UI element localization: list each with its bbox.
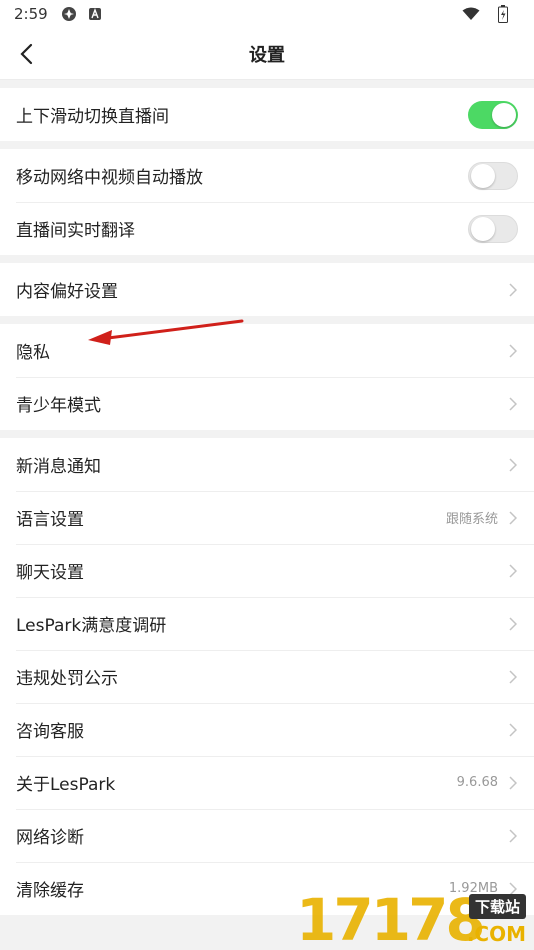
setting-network-diagnosis[interactable]: 网络诊断 [0, 809, 534, 862]
chevron-right-icon [508, 669, 518, 684]
setting-label: 隐私 [16, 343, 50, 363]
toggle-knob [492, 102, 516, 127]
setting-live-translation: 直播间实时翻译 [0, 202, 534, 255]
setting-label: 直播间实时翻译 [16, 221, 135, 241]
chevron-right-icon [508, 457, 518, 472]
settings-group-privacy: 隐私 青少年模式 [0, 324, 534, 430]
chevron-right-icon [508, 343, 518, 358]
settings-group-content: 内容偏好设置 [0, 263, 534, 316]
toggle-knob [471, 216, 495, 241]
setting-label: 青少年模式 [16, 396, 101, 416]
chevron-left-icon [20, 43, 33, 65]
watermark-logo: 17178 下载站 .COM [296, 886, 526, 950]
setting-language[interactable]: 语言设置 跟随系统 [0, 491, 534, 544]
back-button[interactable] [12, 40, 40, 68]
a-notification-icon [86, 5, 104, 23]
setting-label: 新消息通知 [16, 457, 101, 477]
navigation-bar: 设置 [0, 28, 534, 80]
setting-new-message-notification[interactable]: 新消息通知 [0, 438, 534, 491]
wifi-icon [462, 5, 480, 23]
setting-customer-service[interactable]: 咨询客服 [0, 703, 534, 756]
setting-label: 关于LesPark [16, 775, 116, 795]
settings-group-live: 上下滑动切换直播间 [0, 88, 534, 141]
watermark-badge: 下载站 [468, 894, 526, 919]
battery-icon [494, 5, 512, 23]
version-value: 9.6.68 [456, 775, 498, 790]
setting-label: 移动网络中视频自动播放 [16, 168, 203, 188]
setting-mobile-autoplay: 移动网络中视频自动播放 [0, 149, 534, 202]
status-bar: 2:59 [0, 0, 534, 28]
chevron-right-icon [508, 616, 518, 631]
language-value: 跟随系统 [445, 512, 498, 527]
setting-about[interactable]: 关于LesPark 9.6.68 [0, 756, 534, 809]
chevron-right-icon [508, 396, 518, 411]
live-translation-toggle[interactable] [468, 214, 518, 243]
watermark-suffix: .COM [466, 922, 526, 946]
mobile-autoplay-toggle[interactable] [468, 161, 518, 190]
chevron-right-icon [508, 510, 518, 525]
setting-label: 聊天设置 [16, 563, 84, 583]
settings-group-video: 移动网络中视频自动播放 直播间实时翻译 [0, 149, 534, 255]
setting-label: 语言设置 [16, 510, 84, 530]
settings-group-general: 新消息通知 语言设置 跟随系统 聊天设置 LesPark满意度调研 违规处罚公示… [0, 438, 534, 915]
status-time: 2:59 [14, 5, 48, 23]
setting-satisfaction-survey[interactable]: LesPark满意度调研 [0, 597, 534, 650]
chevron-right-icon [508, 563, 518, 578]
setting-label: 上下滑动切换直播间 [16, 107, 169, 127]
setting-teen-mode[interactable]: 青少年模式 [0, 377, 534, 430]
setting-label: 网络诊断 [16, 828, 84, 848]
setting-label: 内容偏好设置 [16, 282, 118, 302]
chevron-right-icon [508, 282, 518, 297]
page-title: 设置 [249, 44, 285, 66]
setting-label: 违规处罚公示 [16, 669, 118, 689]
watermark-digits: 17178 [296, 886, 486, 950]
chevron-right-icon [508, 828, 518, 843]
app-notification-icon [60, 5, 78, 23]
setting-swipe-switch-live: 上下滑动切换直播间 [0, 88, 534, 141]
swipe-switch-live-toggle[interactable] [468, 100, 518, 129]
chevron-right-icon [508, 775, 518, 790]
chevron-right-icon [508, 722, 518, 737]
setting-violation-notice[interactable]: 违规处罚公示 [0, 650, 534, 703]
setting-chat[interactable]: 聊天设置 [0, 544, 534, 597]
setting-content-preferences[interactable]: 内容偏好设置 [0, 263, 534, 316]
setting-label: LesPark满意度调研 [16, 616, 167, 636]
setting-privacy[interactable]: 隐私 [0, 324, 534, 377]
setting-label: 咨询客服 [16, 722, 84, 742]
toggle-knob [471, 163, 495, 188]
